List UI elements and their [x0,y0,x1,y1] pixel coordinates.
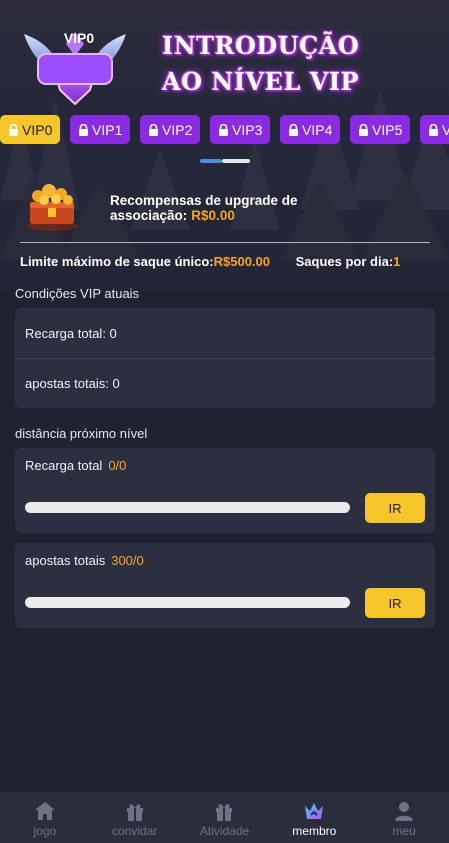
next-bets-card: apostas totais 300/0 IR [15,543,435,628]
recharge-go-button[interactable]: IR [365,493,425,523]
current-conditions-title: Condições VIP atuais [15,286,140,301]
next-level-title: distância próximo nível [15,426,148,441]
upgrade-reward: Recompensas de upgrade de associação: R$0… [110,193,310,223]
lock-icon [219,123,228,136]
max-withdraw-value: R$500.00 [213,254,270,269]
withdraws-per-day-value: 1 [393,254,401,269]
tab-vip3[interactable]: VIP3 [210,115,271,144]
tab-label: VIP3 [232,121,263,138]
withdraw-limits: Limite máximo de saque único:R$500.00 Sa… [20,254,440,269]
tab-label: VIP1 [92,121,123,138]
hero-banner: VIP0 INTRODUÇÃO AO NÍVEL VIP VIP0 VIP1 V… [0,0,449,290]
next-bets-label: apostas totais [25,553,106,568]
crown-icon [305,803,324,819]
current-bets-row: apostas totais: 0 [15,358,435,408]
lock-icon [359,123,368,136]
vip-badge-label: VIP0 [63,30,95,46]
nav-label: Atividade [199,824,250,838]
lock-icon [79,123,88,136]
user-icon [395,802,414,821]
max-withdraw-label: Limite máximo de saque único: [20,254,214,269]
nav-label: convidar [112,824,158,838]
nav-label: jogo [33,824,57,838]
nav-item-jogo[interactable]: jogo [0,792,90,843]
nav-label: meu [392,824,416,838]
carousel-dot-active [200,159,222,163]
nav-item-convidar[interactable]: convidar [90,792,180,843]
treasure-chest-icon [26,184,78,231]
next-bets-label-row: apostas totais 300/0 [25,553,425,568]
tab-label: VIP5 [372,121,403,138]
next-recharge-card: Recarga total 0/0 IR [15,448,435,533]
vip-level-tabs: VIP0 VIP1 VIP2 VIP3 VIP4 VIP5 V [0,115,449,145]
current-conditions-card: Recarga total: 0 apostas totais: 0 [15,308,435,408]
tab-vip4[interactable]: VIP4 [280,115,341,144]
page-title-line2: AO NÍVEL VIP [162,67,360,96]
nav-item-meu[interactable]: meu [359,792,449,843]
next-bets-value: 300/0 [111,553,144,568]
carousel-dot [222,159,250,163]
bottom-nav: jogo convidar Atividade membro meu [0,792,449,843]
tab-label: VIP4 [302,121,333,138]
gift-icon [216,804,233,821]
bets-go-button[interactable]: IR [365,588,425,618]
lock-icon [429,123,438,136]
carousel-indicator [200,159,250,163]
page-title-line1: INTRODUÇÃO [162,31,360,60]
current-recharge-row: Recarga total: 0 [25,325,117,341]
lock-icon [9,123,18,136]
lock-icon [149,123,158,136]
lock-icon [289,123,298,136]
tab-vip1[interactable]: VIP1 [70,115,131,144]
withdraws-per-day-label: Saques por dia: [295,254,394,269]
tab-label: VIP0 [22,121,53,138]
tab-vip2[interactable]: VIP2 [140,115,201,144]
nav-label: membro [292,824,337,838]
divider [20,242,430,243]
tab-label: VIP2 [162,121,193,138]
tab-vip0[interactable]: VIP0 [0,115,61,144]
page-title: INTRODUÇÃO AO NÍVEL VIP [162,28,382,100]
home-icon [34,802,55,820]
gift-icon [126,804,143,821]
tab-vip6[interactable]: V [420,115,449,144]
next-recharge-value: 0/0 [108,458,127,473]
next-recharge-label: Recarga total [25,458,103,473]
next-recharge-progress [25,502,350,513]
nav-item-atividade[interactable]: Atividade [180,792,270,843]
next-recharge-label-row: Recarga total 0/0 [25,458,425,473]
tab-vip5[interactable]: VIP5 [350,115,411,144]
next-bets-progress [25,597,350,608]
nav-item-membro[interactable]: membro [269,792,359,843]
upgrade-reward-value: R$0.00 [191,208,235,223]
tab-label: V [442,121,449,138]
